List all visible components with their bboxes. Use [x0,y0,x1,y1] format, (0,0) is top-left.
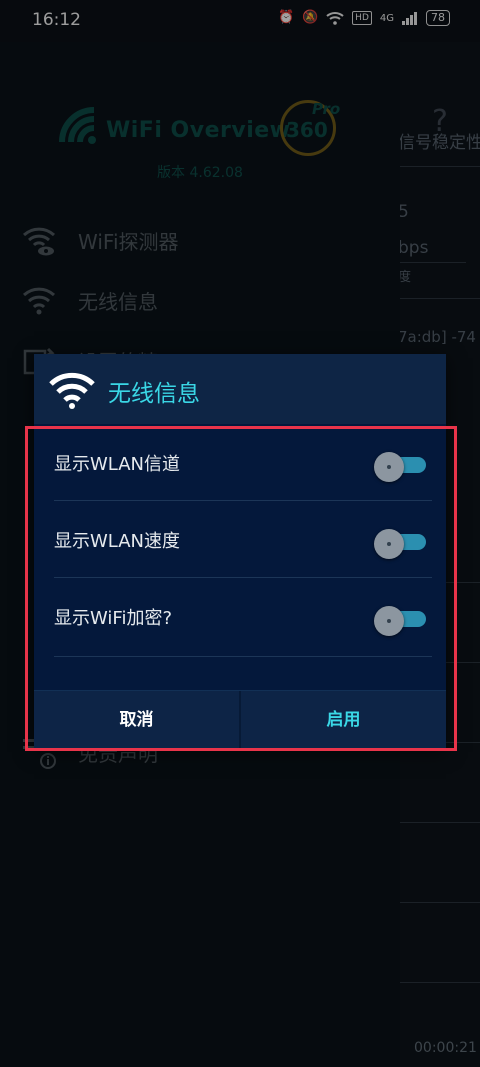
dialog-title: 无线信息 [108,381,200,407]
wifi-icon [49,372,95,409]
highlight-box [25,426,457,751]
dialog-header: 无线信息 [34,354,446,424]
screen: ? 信号稳定性 5 bps 度 7a:db] -74 00:00:21 WiFi… [0,0,480,1067]
